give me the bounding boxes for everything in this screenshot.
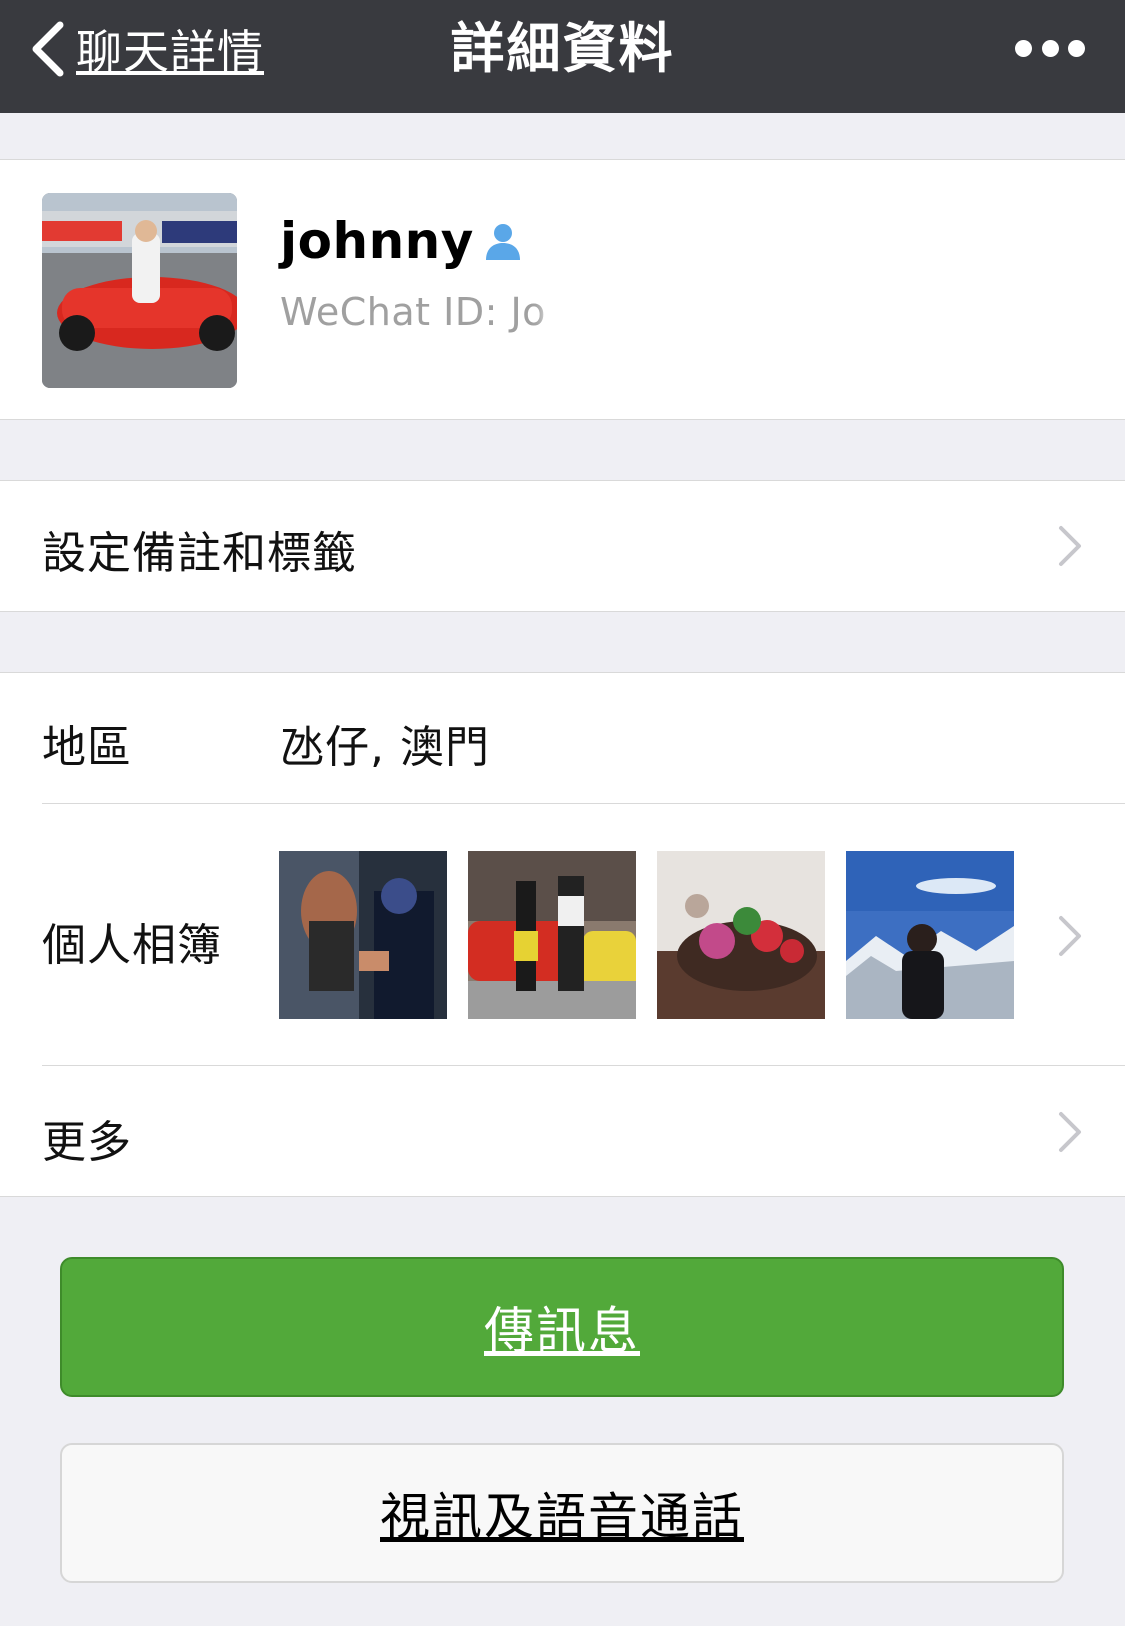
region-value: 氹仔, 澳門	[280, 722, 490, 773]
avatar-image	[42, 193, 237, 388]
personal-album-label: 個人相簿	[42, 920, 222, 971]
more-icon	[1015, 39, 1032, 57]
more-label: 更多	[42, 1117, 132, 1168]
avatar[interactable]	[42, 193, 237, 388]
album-thumbnails	[279, 851, 1014, 1019]
album-photo[interactable]	[846, 851, 1014, 1019]
more-button[interactable]	[1015, 30, 1085, 66]
more-row[interactable]: 更多	[0, 1066, 1125, 1196]
chevron-right-icon	[1059, 916, 1081, 956]
contact-name: johnny	[280, 212, 474, 270]
profile-card: johnny WeChat ID: Jo	[0, 159, 1125, 420]
page-title: 詳細資料	[450, 17, 675, 80]
chevron-right-icon	[1059, 526, 1081, 566]
navigation-bar: 聊天詳情 詳細資料	[0, 0, 1125, 113]
region-label: 地區	[42, 722, 132, 773]
send-message-button[interactable]: 傳訊息	[60, 1257, 1064, 1397]
set-remark-tags-label: 設定備註和標籤	[42, 528, 357, 579]
person-icon	[485, 224, 520, 260]
album-photo[interactable]	[279, 851, 447, 1019]
album-photo[interactable]	[468, 851, 636, 1019]
video-voice-call-button[interactable]: 視訊及語音通話	[60, 1443, 1064, 1583]
wechat-id: WeChat ID: Jo	[280, 290, 546, 334]
more-icon-dot	[1068, 39, 1085, 57]
chevron-right-icon	[1059, 1112, 1081, 1152]
set-remark-tags-row[interactable]: 設定備註和標籤	[0, 480, 1125, 612]
name-row: johnny	[280, 212, 524, 270]
redaction-blur	[545, 275, 865, 365]
more-icon-dot	[1041, 39, 1059, 57]
album-photo[interactable]	[657, 851, 825, 1019]
personal-album-row[interactable]: 個人相簿	[0, 804, 1125, 1066]
info-card: 地區 氹仔, 澳門 個人相簿 更多	[0, 672, 1125, 1197]
